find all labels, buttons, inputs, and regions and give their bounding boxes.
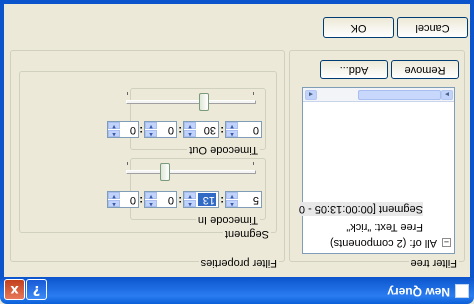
spin-down-icon[interactable]: ▼ xyxy=(184,192,196,199)
timecode-in-group xyxy=(130,158,266,220)
app-icon xyxy=(455,284,469,298)
timecode-in-slider-track[interactable] xyxy=(126,170,256,174)
spin-up-icon[interactable]: ▲ xyxy=(108,130,120,137)
timecode-out-label: Timecode Out xyxy=(187,144,260,156)
spin-up-icon[interactable]: ▲ xyxy=(108,200,120,207)
spin-up-icon[interactable]: ▲ xyxy=(145,130,157,137)
spin-down-icon[interactable]: ▼ xyxy=(184,122,196,129)
timecode-in-slider-thumb[interactable] xyxy=(160,163,170,181)
spinner-value[interactable]: 0 xyxy=(241,123,259,136)
spinner-value[interactable]: 13 xyxy=(198,193,216,206)
help-button[interactable]: ? xyxy=(26,279,47,300)
spin-down-icon[interactable]: ▼ xyxy=(108,192,120,199)
spinner-value[interactable]: 30 xyxy=(198,123,216,136)
spin-down-icon[interactable]: ▼ xyxy=(108,122,120,129)
tree-horizontal-scrollbar[interactable]: ▸ ◂ xyxy=(303,88,454,102)
spinner-buttons[interactable]: ▲ ▼ xyxy=(145,192,157,207)
new-query-dialog: New Query ? x Filter tree − All of: (2 c… xyxy=(0,0,474,304)
tree-row-label: Free Text: "rick" xyxy=(346,221,423,233)
collapse-icon[interactable]: − xyxy=(442,237,451,247)
tree-row-free-text[interactable]: Free Text: "rick" xyxy=(346,221,423,233)
timecode-out-frames-spinner[interactable]: 0 ▲ ▼ xyxy=(225,121,262,138)
timecode-in-minutes-spinner[interactable]: 0 ▲ ▼ xyxy=(144,191,177,208)
timecode-separator: : xyxy=(139,194,143,206)
spin-up-icon[interactable]: ▲ xyxy=(226,130,238,137)
timecode-in-hours-spinner[interactable]: 0 ▲ ▼ xyxy=(107,191,139,208)
timecode-separator: : xyxy=(220,124,224,136)
spin-up-icon[interactable]: ▲ xyxy=(145,200,157,207)
spin-down-icon[interactable]: ▼ xyxy=(226,192,238,199)
timecode-out-seconds-spinner[interactable]: 30 ▲ ▼ xyxy=(183,121,219,138)
scroll-thumb[interactable] xyxy=(358,90,441,100)
ok-button[interactable]: OK xyxy=(323,17,394,38)
spin-down-icon[interactable]: ▼ xyxy=(145,122,157,129)
tree-row-label: Segment [00:00:13:05 - 00 xyxy=(299,203,423,215)
slider-tick xyxy=(127,92,128,95)
tree-row-label: All of: (2 components) xyxy=(330,237,437,249)
scroll-right-arrow[interactable]: ▸ xyxy=(441,90,453,100)
close-icon: x xyxy=(10,282,19,297)
timecode-separator: : xyxy=(139,124,143,136)
segment-label: Segment xyxy=(222,228,271,240)
spinner-buttons[interactable]: ▲ ▼ xyxy=(108,192,120,207)
remove-button[interactable]: Remove xyxy=(391,60,459,79)
add-button[interactable]: Add... xyxy=(320,60,388,79)
spin-up-icon[interactable]: ▲ xyxy=(184,200,196,207)
spin-up-icon[interactable]: ▲ xyxy=(226,200,238,207)
scroll-left-arrow[interactable]: ◂ xyxy=(305,90,317,100)
slider-tick xyxy=(253,162,254,165)
spinner-buttons[interactable]: ▲ ▼ xyxy=(226,192,238,207)
timecode-out-minutes-spinner[interactable]: 0 ▲ ▼ xyxy=(144,121,177,138)
spinner-value[interactable]: 5 xyxy=(241,193,259,206)
spin-down-icon[interactable]: ▼ xyxy=(145,192,157,199)
timecode-in-seconds-spinner[interactable]: 13 ▲ ▼ xyxy=(183,191,219,208)
filter-tree[interactable]: − All of: (2 components) Free Text: "ric… xyxy=(299,87,455,254)
timecode-out-group xyxy=(130,88,266,150)
slider-tick xyxy=(253,92,254,95)
window-title: New Query xyxy=(387,285,450,299)
slider-tick xyxy=(127,162,128,165)
filter-properties-label: Filter properties xyxy=(198,257,279,269)
spinner-buttons[interactable]: ▲ ▼ xyxy=(184,122,196,137)
spinner-buttons[interactable]: ▲ ▼ xyxy=(184,192,196,207)
spinner-buttons[interactable]: ▲ ▼ xyxy=(108,122,120,137)
spin-down-icon[interactable]: ▼ xyxy=(226,122,238,129)
cancel-button[interactable]: Cancel xyxy=(397,17,468,38)
timecode-separator: : xyxy=(220,194,224,206)
timecode-in-label: Timecode In xyxy=(195,214,260,226)
spinner-value[interactable]: 0 xyxy=(118,123,136,136)
close-button[interactable]: x xyxy=(4,279,25,300)
timecode-in-frames-spinner[interactable]: 5 ▲ ▼ xyxy=(225,191,262,208)
spinner-value[interactable]: 0 xyxy=(156,123,174,136)
spinner-buttons[interactable]: ▲ ▼ xyxy=(226,122,238,137)
timecode-out-hours-spinner[interactable]: 0 ▲ ▼ xyxy=(107,121,139,138)
tree-row-segment[interactable]: Segment [00:00:13:05 - 00 xyxy=(299,202,423,216)
timecode-out-slider-track[interactable] xyxy=(126,100,256,104)
spinner-buttons[interactable]: ▲ ▼ xyxy=(145,122,157,137)
timecode-separator: : xyxy=(178,124,182,136)
timecode-out-slider-thumb[interactable] xyxy=(199,93,209,111)
spinner-value[interactable]: 0 xyxy=(118,193,136,206)
filter-tree-label: Filter tree xyxy=(408,257,459,269)
timecode-separator: : xyxy=(178,194,182,206)
spin-up-icon[interactable]: ▲ xyxy=(184,130,196,137)
spinner-value[interactable]: 0 xyxy=(156,193,174,206)
